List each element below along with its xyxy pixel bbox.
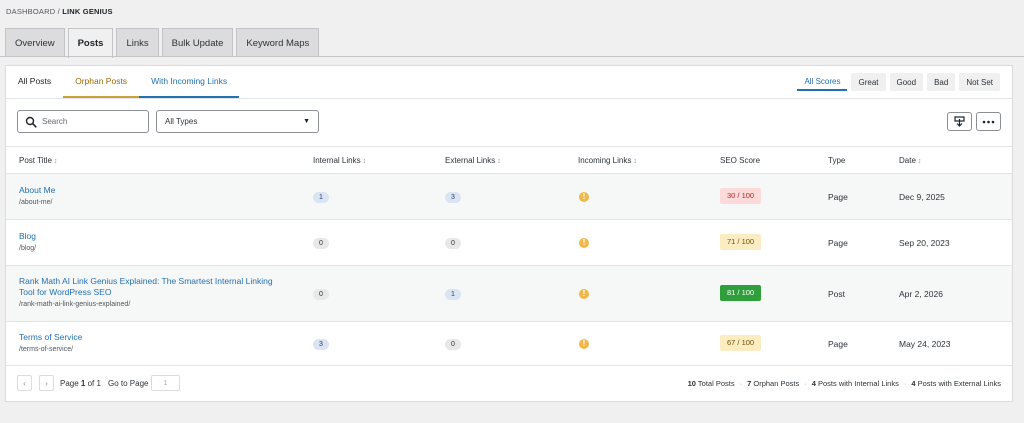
go-to-page-input[interactable]: 1 [151,375,180,391]
breadcrumb-current: LINK GENIUS [62,7,113,16]
type-filter-value: All Types [165,117,198,126]
post-date: Dec 9, 2025 [899,192,945,202]
search-box[interactable] [17,110,149,133]
sort-icon: ↕ [497,158,501,165]
seo-score-badge: 71 / 100 [720,234,762,250]
stat-external-links: 4 Posts with External Links [911,379,1001,388]
breadcrumb-separator: / [57,7,60,16]
col-external-links[interactable]: External Links ↕ [445,156,501,165]
next-page-button[interactable]: › [39,375,54,391]
table-header: Post Title ↕ Internal Links ↕ External Lin… [6,146,1012,174]
post-type: Page [828,238,848,248]
sort-icon: ↕ [362,158,367,165]
stat-internal-links: 4 Posts with Internal Links [811,379,899,388]
post-slug: /about-me/ [19,199,53,206]
warning-icon: ! [579,289,589,299]
external-links-count[interactable]: 3 [445,192,461,203]
external-links-count[interactable]: 0 [445,339,461,350]
tab-bulk-update[interactable]: Bulk Update [161,28,234,57]
tabs-divider [0,56,1024,57]
col-date[interactable]: Date ↕ [899,156,921,165]
seo-score-badge: 67 / 100 [720,335,762,351]
tab-links[interactable]: Links [116,28,159,57]
sort-icon: ↕ [633,158,637,165]
filter-divider [6,98,1012,99]
more-icon [982,120,995,123]
export-icon [954,116,965,127]
tab-overview[interactable]: Overview [5,28,65,57]
internal-links-count[interactable]: 0 [313,238,329,249]
post-slug: /blog/ [19,245,37,252]
score-tab-good[interactable]: Good [889,73,924,91]
score-tabs: All Scores Great Good Bad Not Set [793,73,1000,91]
internal-links-count[interactable]: 1 [313,192,329,203]
post-type: Post [828,289,846,299]
post-title-link[interactable]: Terms of Service [19,332,82,343]
filter-tab-all-posts[interactable]: All Posts [6,66,63,98]
search-input[interactable] [42,117,142,126]
more-options-button[interactable] [976,112,1001,131]
post-type: Page [828,339,848,349]
col-type: Type [828,156,846,165]
warning-icon: ! [579,238,589,248]
chevron-down-icon: ▼ [303,118,310,125]
top-tabs: Overview Posts Links Bulk Update Keyword… [5,28,322,58]
posts-panel: All Posts Orphan Posts With Incoming Lin… [5,65,1013,402]
table-footer: ‹ › Page 1 of 1 Go to Page 1 10 Total Po… [6,366,1012,402]
filter-tab-orphan-posts[interactable]: Orphan Posts [63,66,140,98]
post-title-link[interactable]: Rank Math AI Link Genius Explained: The … [19,276,287,298]
tab-keyword-maps[interactable]: Keyword Maps [236,28,320,57]
tab-posts[interactable]: Posts [67,28,114,58]
stat-orphan-posts: 7 Orphan Posts [747,379,800,388]
page-indicator: Page 1 of 1 [60,379,101,388]
search-icon [25,116,37,128]
col-seo-score: SEO Score [720,156,761,165]
table-row: Terms of Service /terms-of-service/ 3 0 … [6,322,1012,366]
breadcrumb-root[interactable]: DASHBOARD [6,7,55,16]
internal-links-count[interactable]: 0 [313,289,329,300]
col-internal-links[interactable]: Internal Links ↕ [313,156,366,165]
post-title-link[interactable]: Blog [19,231,36,242]
post-title-cell: About Me /about-me/ [19,185,55,206]
score-tab-bad[interactable]: Bad [927,73,956,91]
warning-icon: ! [579,192,589,202]
prev-page-button[interactable]: ‹ [17,375,32,391]
score-tab-great[interactable]: Great [851,73,886,91]
post-date: Sep 20, 2023 [899,238,950,248]
post-title-cell: Rank Math AI Link Genius Explained: The … [19,276,287,308]
post-title-cell: Terms of Service /terms-of-service/ [19,332,82,353]
score-tab-not-set[interactable]: Not Set [959,73,1000,91]
col-post-title[interactable]: Post Title ↕ [19,156,57,165]
breadcrumb: DASHBOARD / LINK GENIUS [6,7,113,16]
export-button[interactable] [947,112,972,131]
filter-tab-incoming-links[interactable]: With Incoming Links [139,66,240,98]
col-incoming-links[interactable]: Incoming Links ↕ [578,156,637,165]
sort-icon: ↕ [917,158,922,165]
post-stats: 10 Total Posts · 7 Orphan Posts · 4 Post… [687,379,1001,388]
post-type: Page [828,192,848,202]
seo-score-badge: 30 / 100 [720,188,762,204]
type-filter-select[interactable]: All Types ▼ [156,110,319,133]
external-links-count[interactable]: 1 [445,289,461,300]
sort-icon: ↕ [53,158,58,165]
table-row: About Me /about-me/ 1 3 ! 30 / 100 Page … [6,174,1012,220]
post-date: Apr 2, 2026 [899,289,943,299]
filter-tabs: All Posts Orphan Posts With Incoming Lin… [6,66,240,98]
seo-score-badge: 81 / 100 [720,285,762,301]
stat-total-posts: 10 Total Posts [687,379,735,388]
post-title-link[interactable]: About Me [19,185,55,196]
post-date: May 24, 2023 [899,339,951,349]
table-row: Rank Math AI Link Genius Explained: The … [6,266,1012,322]
go-to-page-label: Go to Page [108,379,149,388]
post-slug: /rank-math-ai-link-genius-explained/ [19,301,131,308]
internal-links-count[interactable]: 3 [313,339,329,350]
post-title-cell: Blog /blog/ [19,231,36,252]
table-row: Blog /blog/ 0 0 ! 71 / 100 Page Sep 20, … [6,220,1012,266]
score-tab-all[interactable]: All Scores [797,73,848,91]
warning-icon: ! [579,339,589,349]
external-links-count[interactable]: 0 [445,238,461,249]
post-slug: /terms-of-service/ [19,346,74,353]
